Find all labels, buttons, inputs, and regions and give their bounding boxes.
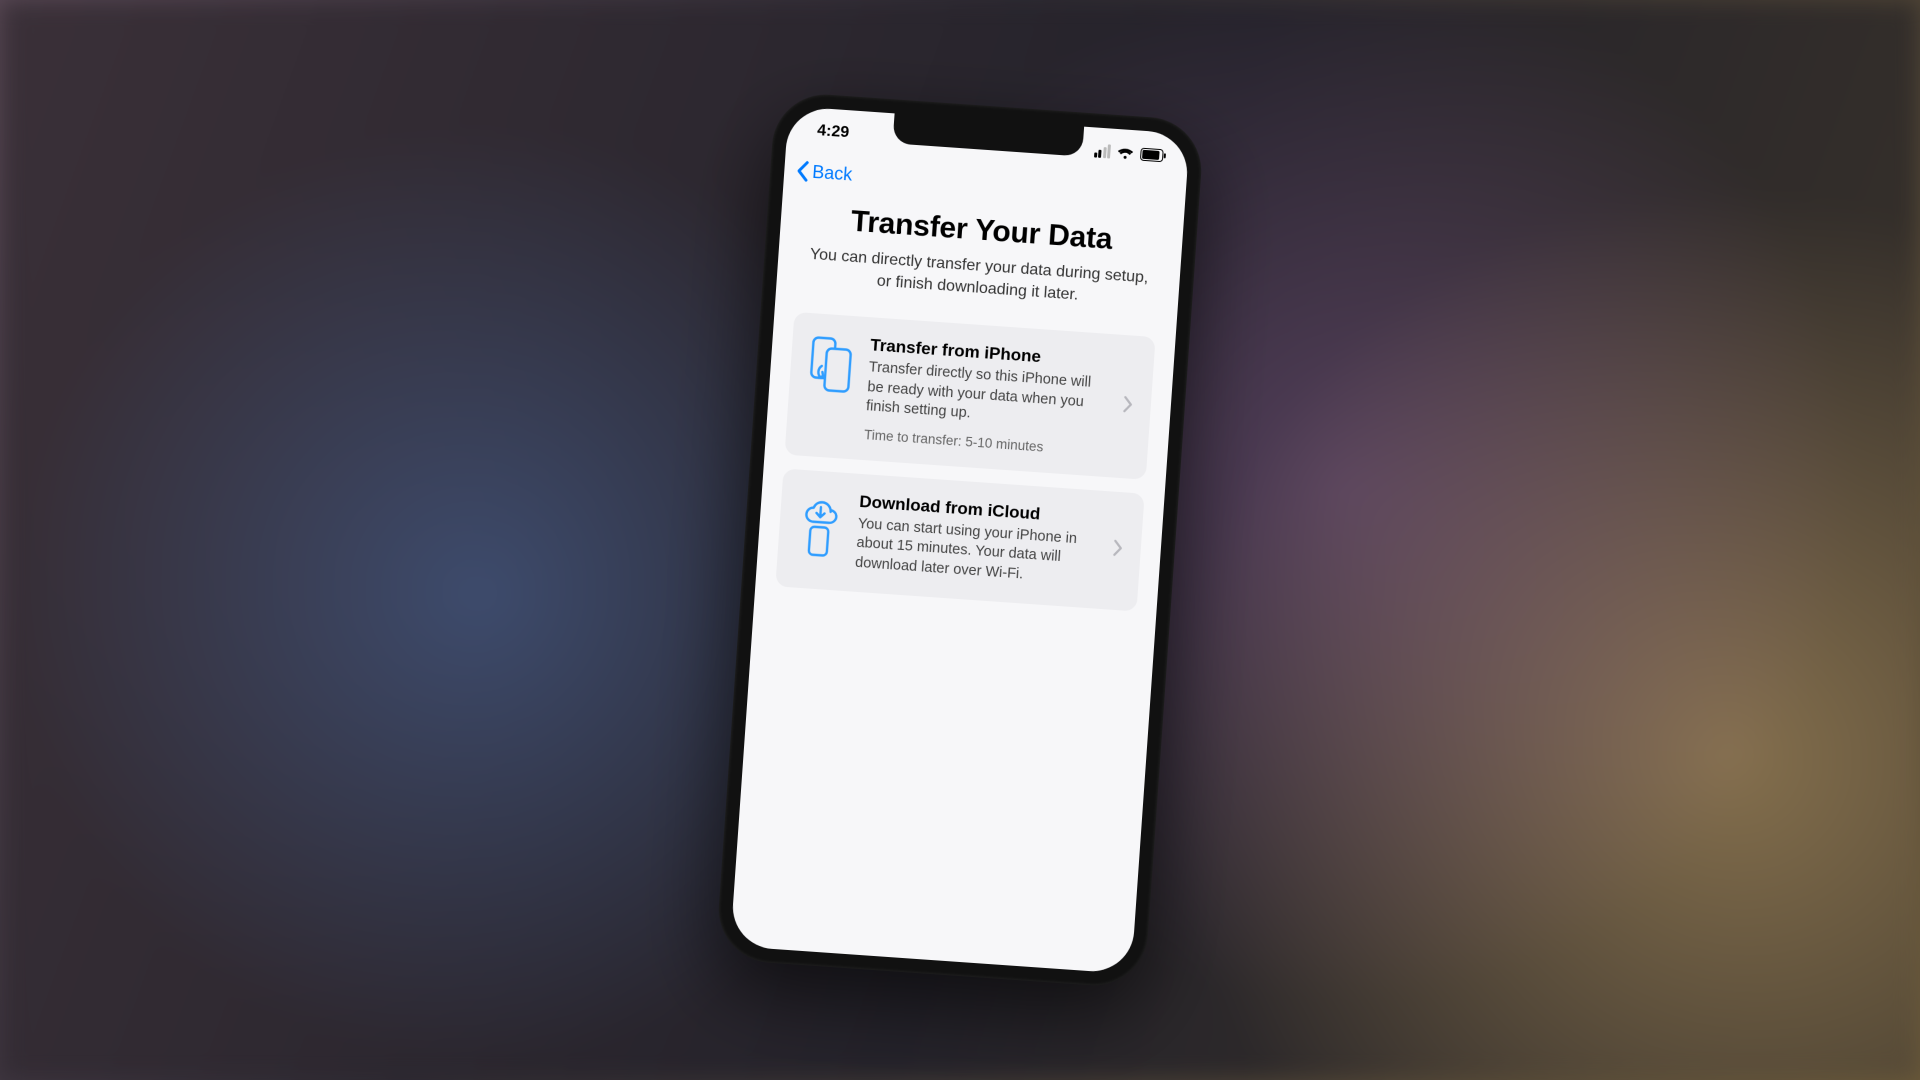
content-area: Transfer Your Data You can directly tran… [755,192,1183,613]
chevron-right-icon [1122,395,1140,419]
wifi-icon [1116,145,1135,159]
back-button[interactable]: Back [796,160,853,186]
icloud-download-icon [794,487,847,558]
battery-icon [1140,147,1167,162]
status-indicators [1094,143,1167,162]
option-body: Download from iCloud You can start using… [854,492,1101,590]
phone-transfer-icon [805,331,857,394]
option-download-from-icloud[interactable]: Download from iCloud You can start using… [775,468,1144,611]
status-time: 4:29 [817,122,850,142]
cellular-signal-icon [1094,143,1111,158]
chevron-right-icon [1112,539,1130,563]
option-body: Transfer from iPhone Transfer directly s… [864,335,1113,458]
option-transfer-from-iphone[interactable]: Transfer from iPhone Transfer directly s… [785,312,1156,480]
phone-frame: 4:29 Back Transfer Your Data You c [715,91,1205,989]
back-label: Back [812,161,853,185]
chevron-left-icon [796,160,812,183]
phone-screen: 4:29 Back Transfer Your Data You c [730,106,1190,974]
options-list: Transfer from iPhone Transfer directly s… [775,312,1155,611]
option-meta: Time to transfer: 5-10 minutes [864,427,1106,459]
